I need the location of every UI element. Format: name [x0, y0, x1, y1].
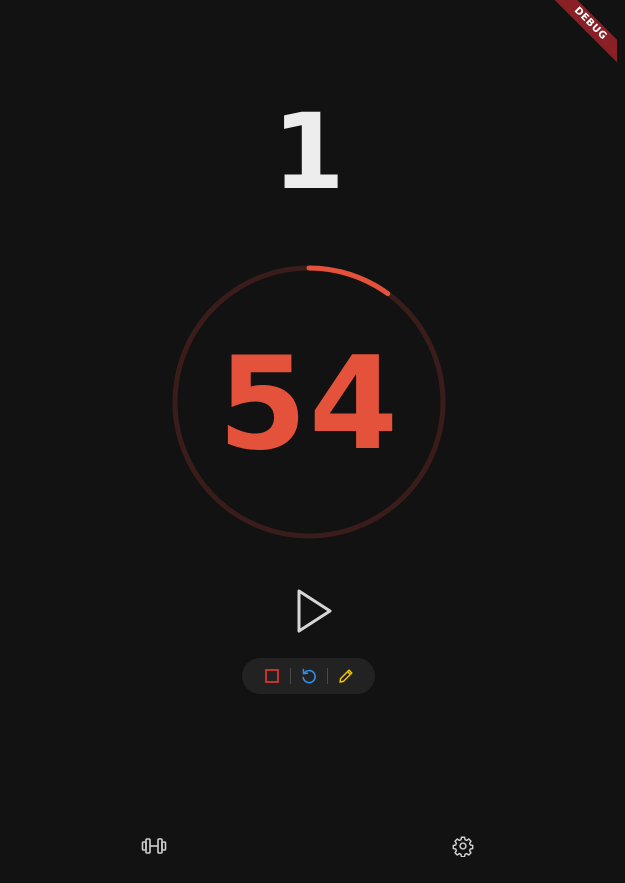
edit-icon — [338, 669, 353, 683]
timer-controls — [242, 658, 375, 694]
reset-button[interactable] — [294, 661, 324, 691]
divider — [289, 668, 291, 684]
dumbbell-icon — [141, 838, 167, 854]
countdown-timer: 54 — [172, 265, 446, 539]
stop-icon — [264, 669, 279, 683]
reset-icon — [301, 668, 316, 684]
stop-button[interactable] — [257, 661, 287, 691]
divider — [326, 668, 328, 684]
edit-button[interactable] — [331, 661, 361, 691]
play-button[interactable] — [286, 584, 338, 638]
workouts-button[interactable] — [140, 833, 168, 859]
timer-seconds: 54 — [217, 329, 401, 479]
debug-label: DEBUG — [545, 0, 617, 69]
debug-banner: DEBUG — [537, 0, 617, 80]
round-counter: 1 — [272, 91, 345, 213]
play-icon — [297, 589, 332, 633]
settings-button[interactable] — [449, 833, 477, 859]
gear-icon — [452, 836, 474, 857]
